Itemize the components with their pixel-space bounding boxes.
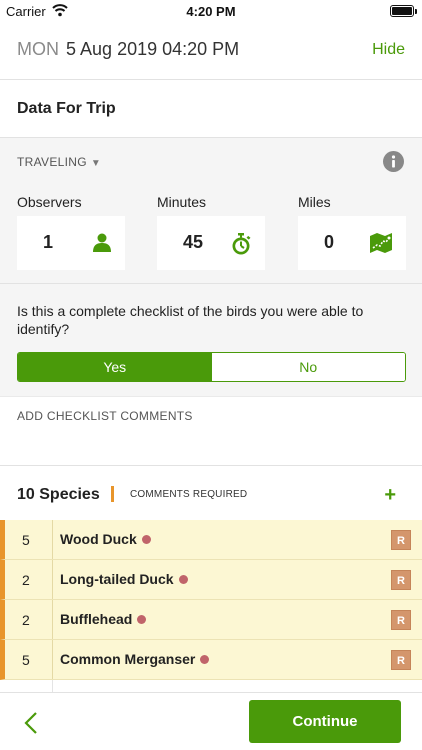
observers-value: 1 (43, 232, 54, 252)
row-separator (52, 640, 53, 679)
yes-option[interactable]: Yes (18, 353, 212, 381)
species-quantity[interactable]: 5 (22, 532, 30, 548)
section-divider (0, 283, 422, 284)
observers-field[interactable]: 1 (17, 216, 125, 270)
page-title: Data For Trip (17, 100, 116, 117)
miles-stat: Miles 0 (298, 194, 406, 270)
clock: 4:20 PM (186, 4, 236, 19)
miles-label: Miles (298, 194, 331, 210)
species-name-cell: Long-tailed Duck (60, 571, 188, 587)
trip-details: TRAVELING ▼ Observers 1 Minutes 45 Miles… (0, 138, 422, 396)
status-bar: Carrier 4:20 PM (0, 0, 422, 22)
row-separator (52, 520, 53, 559)
battery-icon (390, 5, 417, 17)
rare-badge[interactable]: R (391, 570, 411, 590)
species-name-cell: Common Merganser (60, 651, 210, 667)
species-name: Bufflehead (60, 611, 133, 627)
miles-field[interactable]: 0 (298, 216, 406, 270)
species-quantity[interactable]: 2 (22, 572, 30, 588)
date-time-text: 5 Aug 2019 04:20 PM (66, 39, 240, 59)
minutes-stat: Minutes 45 (157, 194, 265, 270)
checklist-header: MON 5 Aug 2019 04:20 PM Hide (0, 22, 422, 80)
rare-badge[interactable]: R (391, 610, 411, 630)
miles-value: 0 (324, 232, 335, 252)
warning-bar (111, 486, 114, 502)
continue-button[interactable]: Continue (249, 700, 401, 743)
map-icon (370, 233, 392, 258)
no-option[interactable]: No (211, 353, 405, 381)
rare-dot-icon (200, 655, 210, 664)
species-count: 10 Species (17, 486, 100, 503)
checklist-comments-field[interactable]: ADD CHECKLIST COMMENTS (0, 396, 422, 466)
trip-title-bar: Data For Trip (0, 80, 422, 138)
rare-badge[interactable]: R (391, 530, 411, 550)
rare-dot-icon (141, 535, 151, 544)
minutes-label: Minutes (157, 194, 207, 210)
rare-dot-icon (137, 615, 147, 624)
species-row[interactable]: 2 Long-tailed Duck R (0, 560, 422, 600)
caret-down-icon: ▼ (90, 158, 102, 169)
stopwatch-icon (231, 233, 251, 260)
species-name: Common Merganser (60, 651, 196, 667)
minutes-field[interactable]: 45 (157, 216, 265, 270)
back-chevron-icon[interactable] (24, 711, 38, 740)
row-separator (52, 560, 53, 599)
rare-dot-icon (178, 575, 188, 584)
species-section: 10 Species COMMENTS REQUIRED + 5 Wood Du… (0, 466, 422, 692)
minutes-value: 45 (183, 232, 204, 252)
species-quantity[interactable]: 2 (22, 612, 30, 628)
species-header: 10 Species COMMENTS REQUIRED (17, 486, 247, 504)
rare-badge[interactable]: R (391, 650, 411, 670)
row-separator (52, 600, 53, 639)
date-time-button[interactable]: MON 5 Aug 2019 04:20 PM (17, 39, 239, 60)
bottom-bar: Continue (0, 692, 422, 750)
complete-checklist-question: Is this a complete checklist of the bird… (17, 303, 364, 337)
info-icon[interactable] (383, 151, 404, 172)
complete-checklist-toggle[interactable]: Yes No (17, 352, 406, 382)
species-name-cell: Bufflehead (60, 611, 147, 627)
observers-stat: Observers 1 (17, 194, 125, 270)
add-species-icon[interactable]: + (384, 485, 396, 505)
species-name-cell: Wood Duck (60, 531, 151, 547)
day-of-week: MON (17, 39, 59, 59)
hide-button[interactable]: Hide (372, 41, 405, 59)
checklist-comments-label: ADD CHECKLIST COMMENTS (17, 409, 193, 423)
species-row[interactable]: 5 Wood Duck R (0, 520, 422, 560)
species-name: Wood Duck (60, 531, 137, 547)
species-name: Long-tailed Duck (60, 571, 174, 587)
protocol-label: TRAVELING (17, 155, 87, 169)
protocol-dropdown[interactable]: TRAVELING ▼ (17, 155, 101, 169)
species-list: 5 Wood Duck R 2 Long-tailed Duck R 2 Buf… (0, 520, 422, 692)
species-quantity[interactable]: 5 (22, 652, 30, 668)
observers-label: Observers (17, 194, 82, 210)
species-row[interactable]: 5 Common Merganser R (0, 640, 422, 680)
species-row[interactable]: 2 Bufflehead R (0, 600, 422, 640)
list-continuation (52, 680, 422, 692)
person-icon (93, 233, 111, 258)
comments-required-label: COMMENTS REQUIRED (130, 489, 248, 500)
